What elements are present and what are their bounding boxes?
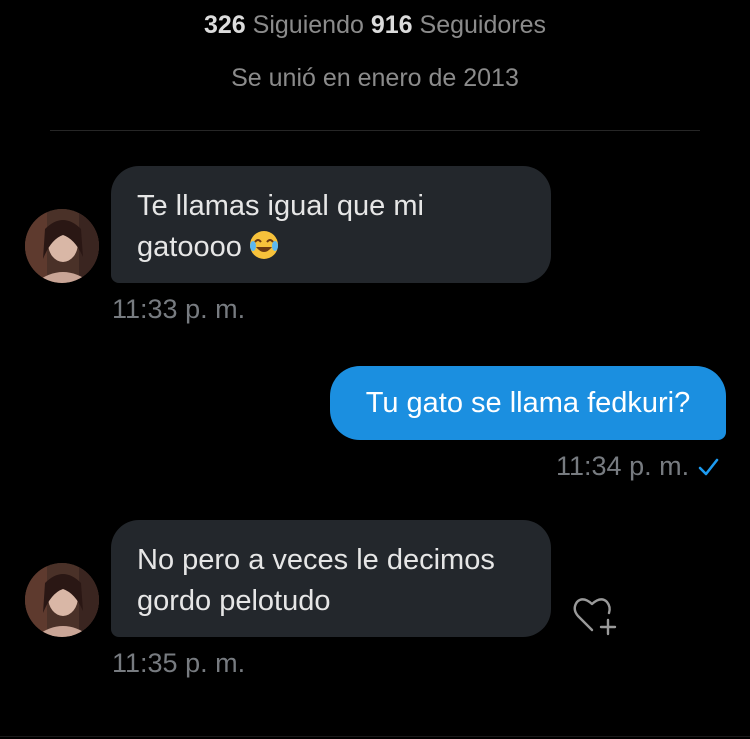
profile-stats: 326 Siguiendo 916 Seguidores bbox=[0, 11, 750, 40]
message-timestamp: 11:33 p. m. bbox=[112, 294, 246, 324]
followers-label[interactable]: Seguidores bbox=[420, 11, 546, 39]
message-bubble-outgoing[interactable]: Tu gato se llama fedkuri? bbox=[330, 366, 726, 440]
message-line: Te llamas igual que mi bbox=[137, 190, 424, 222]
check-icon bbox=[697, 454, 719, 485]
avatar-photo bbox=[25, 563, 99, 637]
heart-plus-icon[interactable] bbox=[570, 592, 618, 641]
message-bubble-incoming[interactable]: Te llamas igual que mi gatoooo bbox=[111, 166, 551, 283]
message-line: gatoooo bbox=[137, 231, 242, 263]
message-text: Tu gato se llama fedkuri? bbox=[365, 387, 691, 419]
timestamp-text: 11:34 p. m. bbox=[556, 451, 690, 481]
joined-date: Se unió en enero de 2013 bbox=[231, 64, 519, 92]
avatar[interactable] bbox=[25, 209, 99, 283]
face-with-tears-of-joy-icon bbox=[248, 229, 280, 261]
avatar-photo bbox=[25, 209, 99, 283]
message-timestamp: 11:35 p. m. bbox=[112, 648, 246, 678]
message-timestamp: 11:34 p. m. bbox=[556, 451, 719, 485]
divider bbox=[0, 736, 750, 737]
message-line: gordo pelotudo bbox=[137, 585, 331, 617]
message-line-with-emoji: gatoooo bbox=[137, 227, 525, 268]
followers-count[interactable]: 916 bbox=[371, 11, 413, 39]
following-label[interactable]: Siguiendo bbox=[253, 11, 364, 39]
divider bbox=[50, 130, 700, 131]
following-count[interactable]: 326 bbox=[204, 11, 246, 39]
avatar[interactable] bbox=[25, 563, 99, 637]
message-line: No pero a veces le decimos bbox=[137, 544, 495, 576]
message-bubble-incoming[interactable]: No pero a veces le decimos gordo pelotud… bbox=[111, 520, 551, 637]
